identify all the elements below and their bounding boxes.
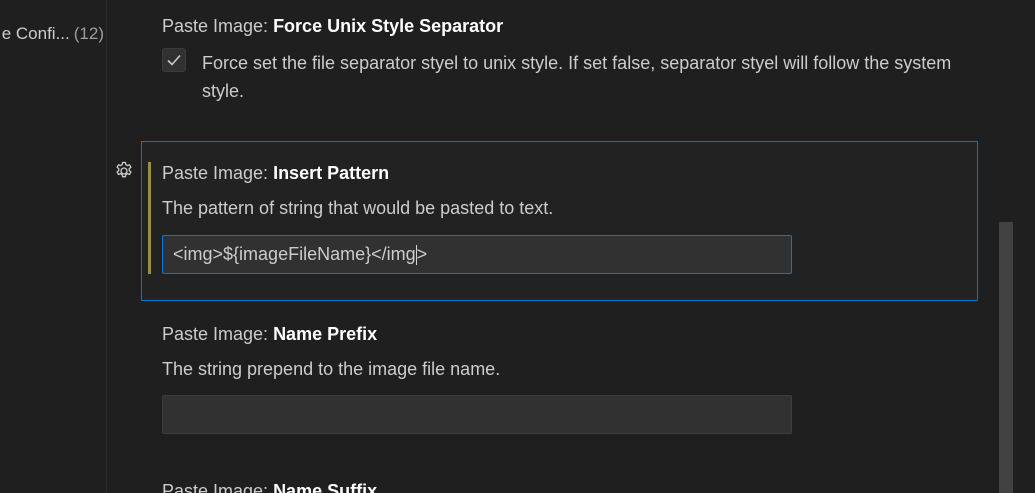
setting-name: Name Suffix (273, 481, 378, 493)
setting-title-force-unix-style-separator: Paste Image: Force Unix Style Separator (162, 16, 503, 37)
setting-name: Name Prefix (273, 324, 378, 344)
gear-icon[interactable] (113, 160, 135, 182)
check-icon (167, 54, 181, 66)
scrollbar-thumb[interactable] (999, 222, 1013, 493)
setting-category: Paste Image: (162, 481, 274, 493)
setting-title-name-prefix: Paste Image: Name Prefix (162, 324, 377, 345)
setting-category: Paste Image: (162, 16, 274, 36)
input-value: <img>${imageFileName}</img (173, 244, 416, 264)
setting-category: Paste Image: (162, 324, 274, 344)
force-unix-style-separator-checkbox[interactable] (162, 48, 186, 72)
setting-description: Force set the file separator styel to un… (202, 53, 952, 101)
setting-title-name-suffix: Paste Image: Name Suffix (162, 481, 377, 493)
toc-item-label: e Confi... (1, 24, 70, 43)
setting-description: The string prepend to the image file nam… (162, 359, 501, 379)
settings-toc: e Confi... (12) (0, 0, 107, 493)
setting-description: The pattern of string that would be past… (162, 198, 554, 218)
setting-name: Insert Pattern (273, 163, 390, 183)
settings-editor: e Confi... (12) Paste Image: Force Unix S… (0, 0, 1035, 493)
setting-name: Force Unix Style Separator (273, 16, 504, 36)
toc-item-count: (12) (73, 24, 104, 43)
name-prefix-input[interactable] (162, 395, 792, 434)
setting-title-insert-pattern: Paste Image: Insert Pattern (162, 163, 389, 184)
insert-pattern-input[interactable]: <img>${imageFileName}</img> (162, 235, 792, 274)
input-value-tail: > (416, 244, 428, 264)
modified-indicator (148, 162, 151, 274)
setting-category: Paste Image: (162, 163, 274, 183)
toc-item-extension-config[interactable]: e Confi... (12) (2, 24, 104, 44)
